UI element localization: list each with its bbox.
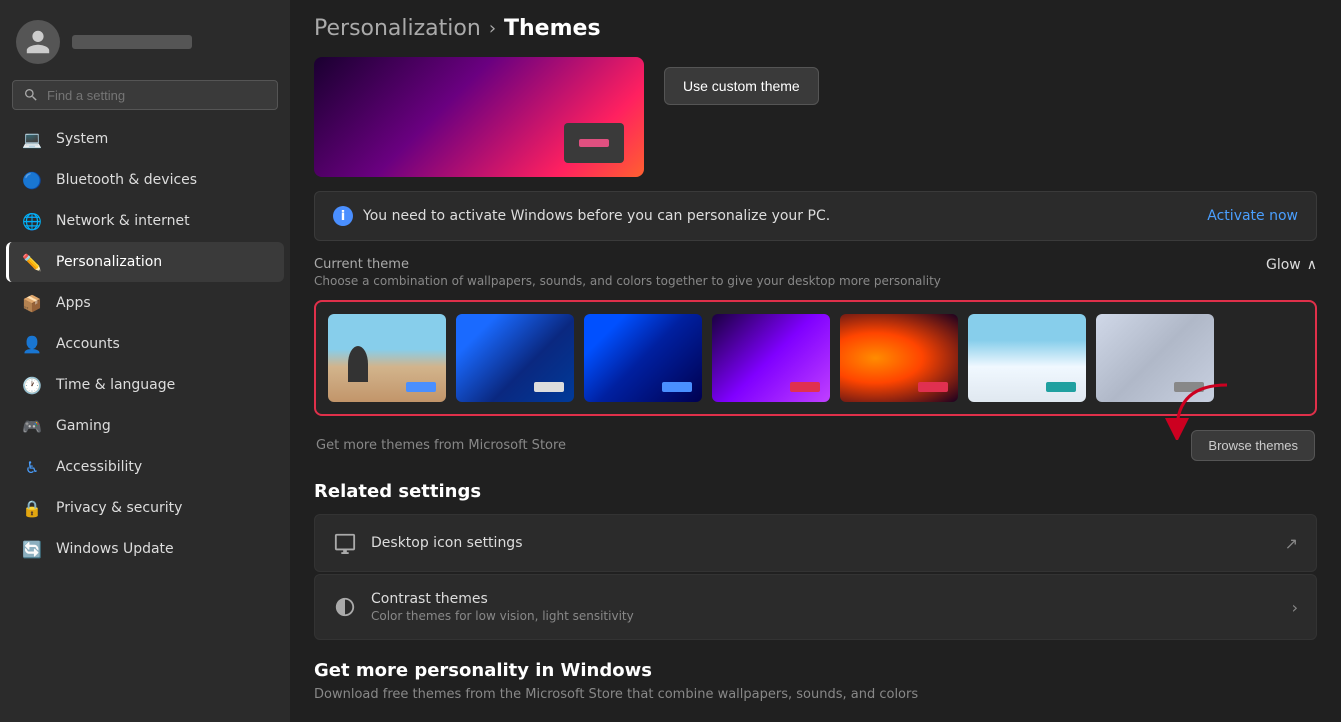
use-custom-theme-button[interactable]: Use custom theme bbox=[664, 67, 819, 105]
person-silhouette bbox=[348, 346, 368, 382]
profile-section bbox=[0, 10, 290, 80]
sidebar-item-personalization[interactable]: ✏️ Personalization bbox=[6, 242, 284, 282]
collapse-label: Glow bbox=[1266, 257, 1301, 273]
activation-left: i You need to activate Windows before yo… bbox=[333, 206, 830, 226]
nav-list: 💻 System 🔵 Bluetooth & devices 🌐 Network… bbox=[0, 118, 290, 570]
current-theme-labels: Current theme Choose a combination of wa… bbox=[314, 257, 941, 288]
chevron-right-icon: › bbox=[1292, 598, 1298, 617]
accounts-icon: 👤 bbox=[22, 334, 42, 354]
sidebar-item-gaming[interactable]: 🎮 Gaming bbox=[6, 406, 284, 446]
theme-item-purple-glow[interactable] bbox=[712, 314, 830, 402]
user-icon bbox=[24, 28, 52, 56]
activate-now-link[interactable]: Activate now bbox=[1207, 208, 1298, 224]
collapse-button[interactable]: Glow ∧ bbox=[1266, 257, 1317, 273]
desktop-icon-label: Desktop icon settings bbox=[371, 535, 523, 551]
chevron-up-icon: ∧ bbox=[1307, 257, 1317, 273]
current-theme-title: Current theme bbox=[314, 257, 941, 272]
sidebar-item-label: Accessibility bbox=[56, 459, 142, 475]
contrast-themes-label: Contrast themes bbox=[371, 591, 634, 607]
breadcrumb-current: Themes bbox=[504, 16, 601, 41]
accessibility-icon: ♿ bbox=[22, 457, 42, 477]
get-more-title: Get more personality in Windows bbox=[314, 660, 1317, 681]
sidebar-item-label: Windows Update bbox=[56, 541, 174, 557]
personalization-icon: ✏️ bbox=[22, 252, 42, 272]
username-bar bbox=[72, 35, 192, 49]
privacy-icon: 🔒 bbox=[22, 498, 42, 518]
network-icon: 🌐 bbox=[22, 211, 42, 231]
system-icon: 💻 bbox=[22, 129, 42, 149]
sidebar-item-apps[interactable]: 📦 Apps bbox=[6, 283, 284, 323]
main-content: Personalization › Themes Use custom them… bbox=[290, 0, 1341, 722]
theme-bar bbox=[790, 382, 820, 392]
sidebar-item-label: System bbox=[56, 131, 108, 147]
breadcrumb-parent: Personalization bbox=[314, 16, 481, 41]
contrast-themes-row[interactable]: Contrast themes Color themes for low vis… bbox=[314, 574, 1317, 640]
sidebar-item-system[interactable]: 💻 System bbox=[6, 119, 284, 159]
contrast-themes-sublabel: Color themes for low vision, light sensi… bbox=[371, 609, 634, 623]
activation-banner: i You need to activate Windows before yo… bbox=[314, 191, 1317, 241]
theme-item-win-light[interactable] bbox=[968, 314, 1086, 402]
sidebar-item-label: Network & internet bbox=[56, 213, 190, 229]
sidebar-item-privacy[interactable]: 🔒 Privacy & security bbox=[6, 488, 284, 528]
get-more-themes-text: Get more themes from Microsoft Store bbox=[316, 438, 566, 453]
page-header: Personalization › Themes bbox=[314, 16, 1317, 41]
theme-bar bbox=[1046, 382, 1076, 392]
theme-bar bbox=[534, 382, 564, 392]
search-box[interactable] bbox=[12, 80, 278, 110]
sidebar-item-accounts[interactable]: 👤 Accounts bbox=[6, 324, 284, 364]
sidebar: 💻 System 🔵 Bluetooth & devices 🌐 Network… bbox=[0, 0, 290, 722]
breadcrumb: Personalization › Themes bbox=[314, 16, 601, 41]
bluetooth-icon: 🔵 bbox=[22, 170, 42, 190]
apps-icon: 📦 bbox=[22, 293, 42, 313]
theme-bar bbox=[918, 382, 948, 392]
theme-item-win11-blue[interactable] bbox=[456, 314, 574, 402]
sidebar-item-label: Gaming bbox=[56, 418, 111, 434]
theme-preview-thumbnail bbox=[314, 57, 644, 177]
time-icon: 🕐 bbox=[22, 375, 42, 395]
red-arrow-annotation bbox=[1157, 380, 1237, 440]
external-link-icon: ↗ bbox=[1285, 534, 1298, 553]
sidebar-item-time[interactable]: 🕐 Time & language bbox=[6, 365, 284, 405]
contrast-themes-left: Contrast themes Color themes for low vis… bbox=[333, 591, 634, 623]
theme-item-beach[interactable] bbox=[328, 314, 446, 402]
theme-item-flower[interactable] bbox=[840, 314, 958, 402]
theme-item-win11-dark[interactable] bbox=[584, 314, 702, 402]
thumbnail-mini-window bbox=[564, 123, 624, 163]
desktop-icon-left: Desktop icon settings bbox=[333, 531, 523, 555]
breadcrumb-separator: › bbox=[489, 18, 496, 39]
avatar bbox=[16, 20, 60, 64]
related-settings: Related settings Desktop icon settings ↗… bbox=[314, 481, 1317, 640]
desktop-icon bbox=[333, 531, 357, 555]
sidebar-item-update[interactable]: 🔄 Windows Update bbox=[6, 529, 284, 569]
get-more-section: Get more personality in Windows Download… bbox=[314, 660, 1317, 702]
current-theme-header: Current theme Choose a combination of wa… bbox=[314, 257, 1317, 288]
browse-themes-section: Get more themes from Microsoft Store Bro… bbox=[314, 430, 1317, 461]
desktop-icon-settings-row[interactable]: Desktop icon settings ↗ bbox=[314, 514, 1317, 572]
sidebar-item-label: Time & language bbox=[56, 377, 175, 393]
info-icon: i bbox=[333, 206, 353, 226]
activation-message: You need to activate Windows before you … bbox=[363, 208, 830, 224]
theme-bar bbox=[662, 382, 692, 392]
sidebar-item-bluetooth[interactable]: 🔵 Bluetooth & devices bbox=[6, 160, 284, 200]
sidebar-item-network[interactable]: 🌐 Network & internet bbox=[6, 201, 284, 241]
gaming-icon: 🎮 bbox=[22, 416, 42, 436]
contrast-icon bbox=[333, 595, 357, 619]
sidebar-item-label: Privacy & security bbox=[56, 500, 182, 516]
sidebar-item-label: Apps bbox=[56, 295, 91, 311]
current-theme-desc: Choose a combination of wallpapers, soun… bbox=[314, 274, 941, 288]
search-input[interactable] bbox=[47, 88, 267, 103]
update-icon: 🔄 bbox=[22, 539, 42, 559]
sidebar-item-label: Accounts bbox=[56, 336, 120, 352]
related-settings-title: Related settings bbox=[314, 481, 1317, 502]
sidebar-item-label: Bluetooth & devices bbox=[56, 172, 197, 188]
sidebar-item-label: Personalization bbox=[56, 254, 162, 270]
sidebar-item-accessibility[interactable]: ♿ Accessibility bbox=[6, 447, 284, 487]
theme-bar bbox=[406, 382, 436, 392]
top-preview-section: Use custom theme bbox=[314, 57, 1317, 177]
contrast-themes-text: Contrast themes Color themes for low vis… bbox=[371, 591, 634, 623]
search-icon bbox=[23, 87, 39, 103]
get-more-desc: Download free themes from the Microsoft … bbox=[314, 687, 1317, 702]
